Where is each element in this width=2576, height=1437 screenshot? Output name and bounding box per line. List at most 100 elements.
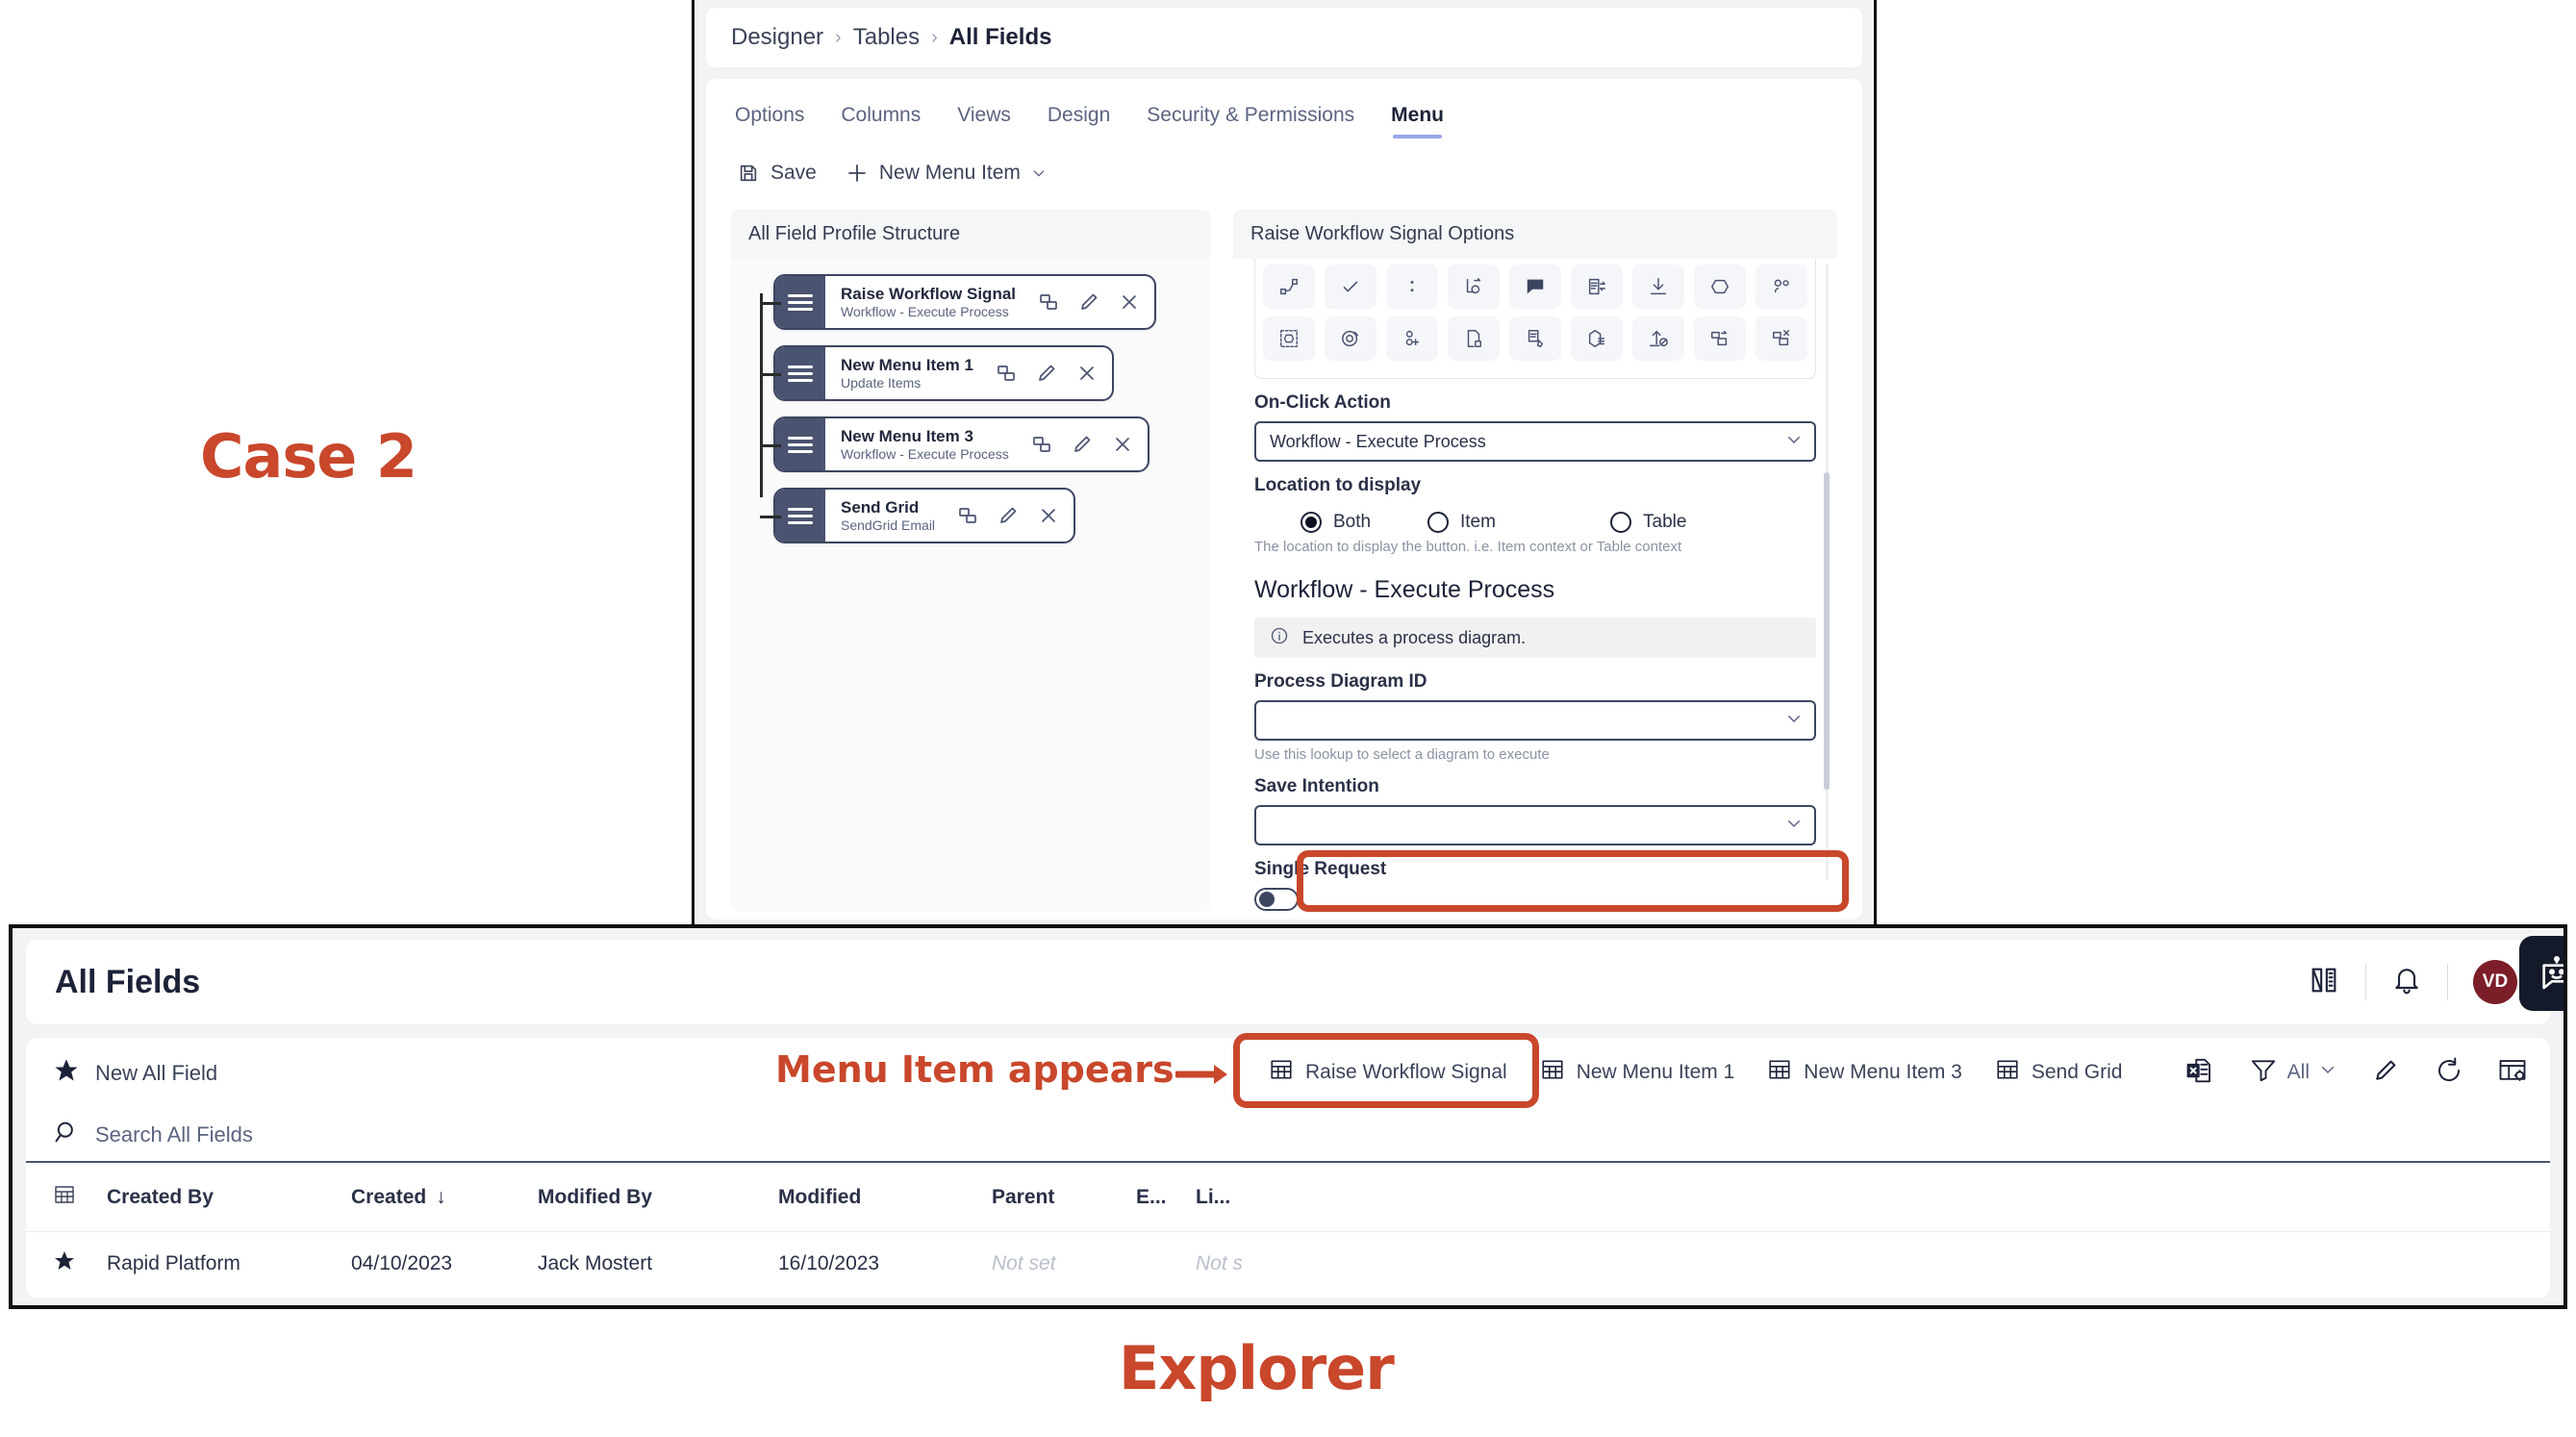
save-button[interactable]: Save (737, 162, 817, 185)
column-header-modified-by[interactable]: Modified By (538, 1186, 778, 1209)
tab-security-permissions[interactable]: Security & Permissions (1147, 104, 1354, 140)
breadcrumb-designer[interactable]: Designer (731, 24, 823, 51)
menu-item-card-send-grid[interactable]: Send Grid SendGrid Email (773, 488, 1076, 543)
menu-item-options-panel: Raise Workflow Signal Options On-Click A… (1233, 210, 1837, 912)
radio-selected-icon (1301, 512, 1322, 533)
edit-icon[interactable] (1071, 433, 1094, 456)
menu-button-new-menu-item-1[interactable]: New Menu Item 1 (1540, 1057, 1734, 1088)
edit-icon[interactable] (997, 504, 1020, 527)
new-all-field-button[interactable]: New All Field (53, 1057, 217, 1090)
icon-option-hexagon-icon[interactable] (1694, 265, 1746, 309)
drag-handle-icon[interactable] (775, 490, 825, 542)
explorer-window: All Fields VD New All Field Raise Workfl… (9, 924, 2567, 1309)
refresh-icon[interactable] (2435, 1056, 2463, 1090)
cell-modified: 16/10/2023 (778, 1252, 880, 1274)
table-icon (1540, 1057, 1565, 1088)
duplicate-icon[interactable] (956, 504, 979, 527)
bot-assistant-button[interactable] (2519, 936, 2563, 1011)
menu-item-row[interactable]: Raise Workflow Signal Workflow - Execute… (752, 274, 1210, 330)
tab-menu[interactable]: Menu (1391, 104, 1444, 140)
column-header-modified[interactable]: Modified (778, 1186, 992, 1209)
search-all-fields-row[interactable]: Search All Fields (26, 1109, 2550, 1163)
menu-button-new-menu-item-3[interactable]: New Menu Item 3 (1767, 1057, 1962, 1088)
sort-desc-icon: ↓ (436, 1185, 446, 1208)
icon-option-edit-target-icon[interactable] (1325, 316, 1376, 361)
ruler-icon[interactable] (2308, 964, 2340, 1001)
column-header-li[interactable]: Li... (1196, 1186, 1273, 1209)
radio-table[interactable]: Table (1610, 512, 1686, 533)
icon-option-remove-item-icon[interactable] (1755, 316, 1807, 361)
search-input[interactable]: Search All Fields (95, 1122, 253, 1147)
export-excel-icon[interactable] (2185, 1056, 2214, 1090)
edit-icon[interactable] (1077, 290, 1100, 314)
duplicate-icon[interactable] (995, 362, 1018, 385)
table-settings-icon[interactable] (2498, 1056, 2527, 1090)
menu-item-card-raise-workflow-signal[interactable]: Raise Workflow Signal Workflow - Execute… (773, 274, 1157, 330)
tab-design[interactable]: Design (1048, 104, 1110, 140)
icon-option-users-icon[interactable] (1755, 265, 1807, 309)
drag-handle-icon[interactable] (775, 347, 825, 399)
column-header-created-by[interactable]: Created By (107, 1186, 351, 1209)
icon-option-more-vertical-icon[interactable] (1386, 265, 1438, 309)
menu-item-row[interactable]: New Menu Item 3 Workflow - Execute Proce… (752, 416, 1210, 472)
filter-control[interactable]: All (2249, 1055, 2336, 1090)
menu-item-row[interactable]: Send Grid SendGrid Email (752, 488, 1210, 543)
close-icon[interactable] (1037, 504, 1060, 527)
icon-option-edit-document-icon[interactable] (1509, 316, 1561, 361)
breadcrumb-separator-icon: › (835, 26, 842, 48)
column-header-created[interactable]: Created ↓ (351, 1186, 538, 1209)
edit-icon[interactable] (1035, 362, 1058, 385)
bell-icon[interactable] (2391, 965, 2422, 1000)
icon-option-move-next-icon[interactable] (1694, 316, 1746, 361)
part-of-module-highlight (1297, 850, 1849, 912)
edit-icon[interactable] (2371, 1056, 2400, 1090)
close-icon[interactable] (1111, 433, 1134, 456)
avatar[interactable]: VD (2473, 960, 2517, 1004)
menu-button-send-grid[interactable]: Send Grid (1995, 1057, 2122, 1088)
menu-item-subtitle: SendGrid Email (841, 517, 936, 533)
save-intention-select[interactable] (1254, 805, 1816, 845)
options-scrollbar[interactable] (1824, 472, 1830, 790)
row-star-icon[interactable] (53, 1249, 107, 1278)
divider (2365, 964, 2366, 1000)
menu-item-card-new-menu-item-3[interactable]: New Menu Item 3 Workflow - Execute Proce… (773, 416, 1149, 472)
drag-handle-icon[interactable] (775, 418, 825, 470)
radio-item[interactable]: Item (1427, 512, 1610, 533)
icon-option-upload-blocked-icon[interactable] (1632, 316, 1684, 361)
new-menu-item-button[interactable]: New Menu Item (846, 162, 1047, 185)
icon-option-comment-icon[interactable] (1509, 265, 1561, 309)
column-header-e[interactable]: E... (1136, 1186, 1196, 1209)
icon-option-select-shape-icon[interactable] (1263, 316, 1315, 361)
tab-columns[interactable]: Columns (841, 104, 921, 140)
breadcrumb-tables[interactable]: Tables (853, 24, 920, 51)
on-click-action-select[interactable]: Workflow - Execute Process (1254, 421, 1816, 462)
duplicate-icon[interactable] (1037, 290, 1060, 314)
single-request-toggle[interactable] (1254, 888, 1299, 911)
icon-option-delete-file-icon[interactable] (1448, 316, 1500, 361)
tab-views[interactable]: Views (957, 104, 1011, 140)
close-icon[interactable] (1118, 290, 1141, 314)
radio-both-label: Both (1333, 512, 1372, 532)
icon-option-refresh-page-icon[interactable] (1448, 265, 1500, 309)
radio-both[interactable]: Both (1254, 512, 1427, 533)
duplicate-icon[interactable] (1030, 433, 1053, 456)
icon-option-add-user-icon[interactable] (1386, 316, 1438, 361)
icon-option-check-icon[interactable] (1325, 265, 1376, 309)
process-diagram-id-select[interactable] (1254, 700, 1816, 741)
breadcrumb-current: All Fields (948, 24, 1052, 50)
new-all-field-label: New All Field (95, 1061, 218, 1085)
close-icon[interactable] (1075, 362, 1099, 385)
menu-item-card-new-menu-item-1[interactable]: New Menu Item 1 Update Items (773, 345, 1114, 401)
icon-option-package-list-icon[interactable] (1571, 316, 1623, 361)
drag-handle-icon[interactable] (775, 276, 825, 328)
tab-options[interactable]: Options (735, 104, 804, 140)
location-to-display-hint: The location to display the button. i.e.… (1254, 539, 1682, 555)
icon-option-download-icon[interactable] (1632, 265, 1684, 309)
table-row[interactable]: Rapid Platform 04/10/2023 Jack Mostert 1… (26, 1232, 2550, 1296)
menu-button-label: New Menu Item 3 (1804, 1061, 1962, 1083)
icon-option-connector-icon[interactable] (1263, 265, 1315, 309)
menu-item-row[interactable]: New Menu Item 1 Update Items (752, 345, 1210, 401)
options-panel-body: On-Click Action Workflow - Execute Proce… (1233, 259, 1837, 915)
column-header-parent[interactable]: Parent (992, 1186, 1136, 1209)
icon-option-document-transfer-icon[interactable] (1571, 265, 1623, 309)
